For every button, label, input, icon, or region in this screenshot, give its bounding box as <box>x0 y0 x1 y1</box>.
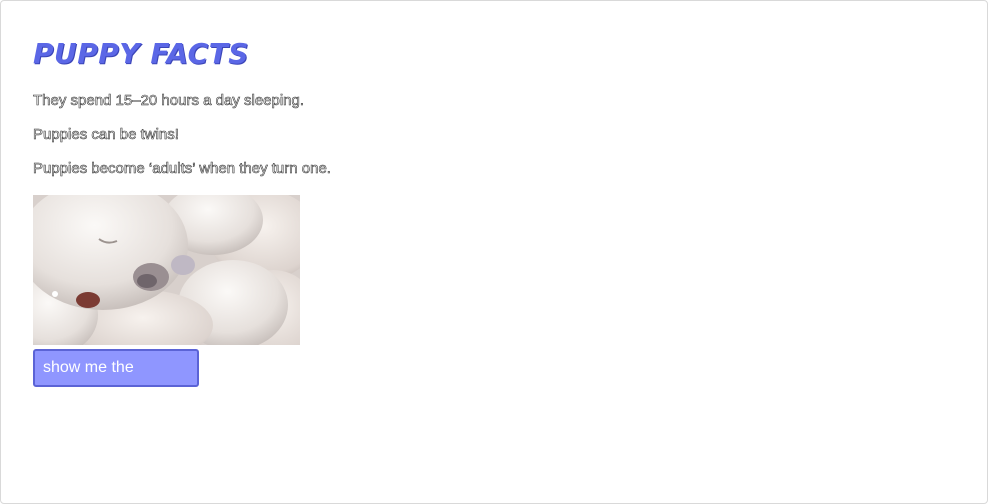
fact-item: Puppies become ‘adults’ when they turn o… <box>33 160 332 178</box>
page-frame: PUPPY FACTS They spend 15–20 hours a day… <box>0 0 988 504</box>
puppy-photo-illustration <box>33 195 300 345</box>
page-title: PUPPY FACTS <box>33 37 249 70</box>
show-secrets-button[interactable]: show me the secrets! <box>33 349 199 410</box>
fact-item: Puppies can be twins! <box>33 126 180 144</box>
fact-item: They spend 15–20 hours a day sleeping. <box>33 92 305 110</box>
puppy-photo <box>33 195 300 345</box>
main-content: PUPPY FACTS They spend 15–20 hours a day… <box>33 35 933 410</box>
